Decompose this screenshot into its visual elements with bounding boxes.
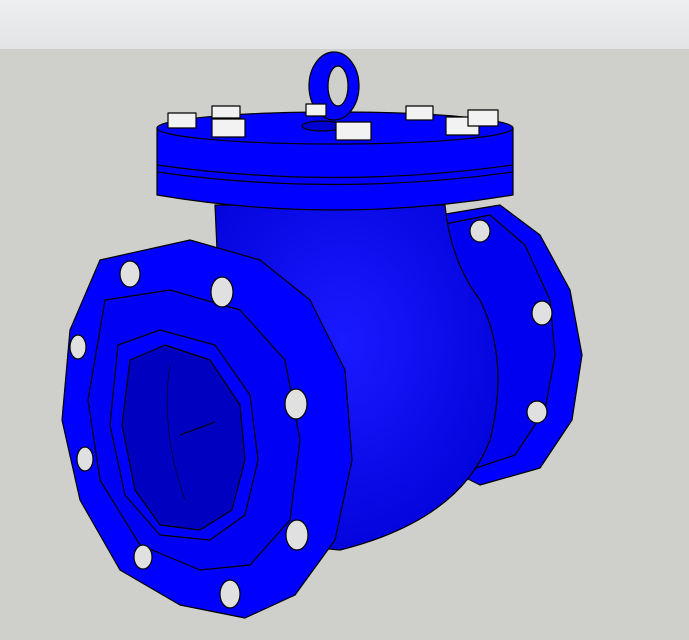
bolt [467, 109, 499, 127]
bolt-hole [531, 300, 553, 326]
bolt [305, 103, 327, 117]
bolt-hole [133, 544, 153, 570]
valve-model[interactable] [0, 0, 689, 640]
bolt [211, 105, 241, 119]
3d-viewport[interactable] [0, 0, 689, 640]
bolt [211, 118, 246, 138]
bolt [167, 112, 197, 129]
bolt-hole [219, 579, 241, 609]
bolt-hole [76, 446, 94, 472]
bolt-hole [210, 276, 234, 308]
bolt-hole [119, 260, 141, 288]
bolt-hole [526, 400, 548, 424]
bolt-hole [469, 219, 491, 243]
bolt-hole [69, 334, 87, 360]
bolt-hole [284, 388, 308, 420]
bolt [335, 121, 372, 141]
bolt-hole [285, 519, 309, 551]
bolt [405, 105, 434, 121]
